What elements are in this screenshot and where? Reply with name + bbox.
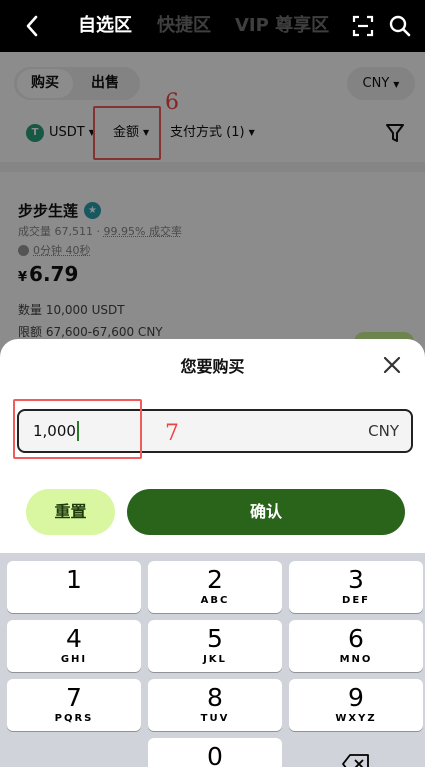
key-digit: 5: [207, 624, 223, 653]
key-2[interactable]: 2 ABC: [148, 561, 282, 613]
key-digit: 6: [348, 624, 364, 653]
tab-quick[interactable]: 快捷区: [157, 0, 211, 52]
tab-watchlist[interactable]: 自选区: [78, 0, 132, 52]
numeric-keyboard: 1 2 ABC 3 DEF 4 GHI 5 JKL 6 MNO 7 PQRS 8: [0, 553, 425, 767]
annotation-box-7: [13, 399, 142, 459]
key-7[interactable]: 7 PQRS: [7, 679, 141, 731]
key-letters: JKL: [203, 654, 227, 665]
buy-amount-sheet: 您要购买 1,000 CNY 7 重置 确认 1 2 ABC 3 DEF 4 G…: [0, 339, 425, 767]
key-0[interactable]: 0: [148, 738, 282, 767]
key-digit: 0: [207, 742, 223, 767]
key-digit: 4: [66, 624, 82, 653]
amount-currency: CNY: [368, 422, 399, 440]
key-blank: [7, 738, 141, 767]
top-nav-bar: 自选区 快捷区 VIP 尊享区: [0, 0, 425, 52]
key-digit: 9: [348, 683, 364, 712]
key-digit: 3: [348, 565, 364, 594]
key-digit: 2: [207, 565, 223, 594]
annotation-number-7: 7: [165, 421, 179, 446]
key-letters: WXYZ: [335, 713, 377, 724]
back-arrow-icon[interactable]: [20, 14, 44, 38]
close-icon[interactable]: [380, 353, 404, 377]
key-6[interactable]: 6 MNO: [289, 620, 423, 672]
key-4[interactable]: 4 GHI: [7, 620, 141, 672]
key-digit: 1: [66, 565, 82, 594]
key-9[interactable]: 9 WXYZ: [289, 679, 423, 731]
tab-vip[interactable]: VIP 尊享区: [235, 0, 329, 52]
confirm-button[interactable]: 确认: [127, 489, 405, 535]
key-5[interactable]: 5 JKL: [148, 620, 282, 672]
scan-icon[interactable]: [352, 15, 374, 37]
backspace-key[interactable]: [289, 738, 423, 767]
sheet-title: 您要购买: [180, 357, 245, 376]
key-letters: TUV: [200, 713, 230, 724]
key-8[interactable]: 8 TUV: [148, 679, 282, 731]
reset-button[interactable]: 重置: [26, 489, 115, 535]
key-letters: ABC: [200, 595, 230, 606]
search-icon[interactable]: [388, 14, 412, 38]
backspace-icon: [342, 754, 369, 767]
key-3[interactable]: 3 DEF: [289, 561, 423, 613]
key-letters: DEF: [342, 595, 370, 606]
key-letters: MNO: [339, 654, 373, 665]
key-digit: 7: [66, 683, 82, 712]
key-digit: 8: [207, 683, 223, 712]
key-letters: GHI: [60, 654, 88, 665]
key-1[interactable]: 1: [7, 561, 141, 613]
key-letters: PQRS: [54, 713, 94, 724]
